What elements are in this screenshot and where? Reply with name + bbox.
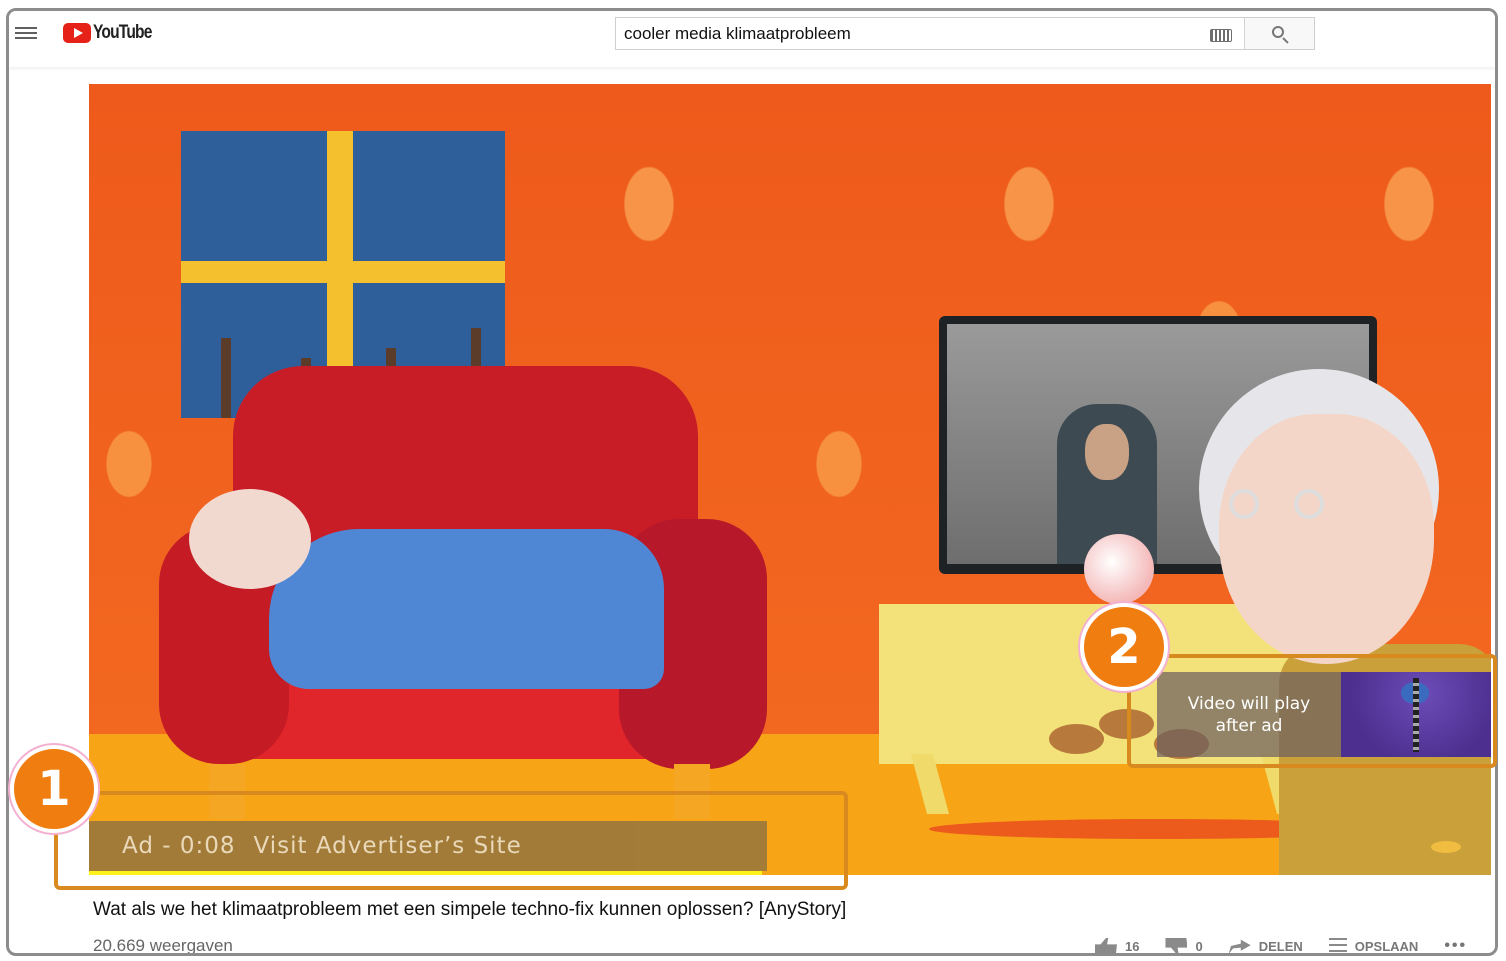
annotation-badge-2: 2: [1080, 603, 1168, 691]
video-player[interactable]: Ad - 0:08 Visit Advertiser’s Site Video …: [89, 84, 1491, 875]
save-button[interactable]: OPSLAAN: [1328, 938, 1418, 953]
keyboard-icon[interactable]: [1210, 29, 1232, 42]
visit-advertiser-link[interactable]: Visit Advertiser’s Site: [254, 833, 522, 859]
search-input[interactable]: [616, 18, 1210, 49]
top-bar: YouTube: [9, 11, 1495, 67]
more-actions-icon[interactable]: •••: [1444, 937, 1467, 953]
ad-countdown: Ad - 0:08: [122, 833, 236, 859]
next-video-preview[interactable]: Video will play after ad: [1157, 672, 1491, 757]
view-count: 20.669 weergaven: [93, 936, 233, 955]
video-frame-blanket: [269, 529, 664, 689]
menu-icon[interactable]: [15, 24, 37, 42]
search-button[interactable]: [1244, 18, 1314, 49]
play-logo-icon: [63, 23, 91, 43]
thumbs-up-icon: [1095, 938, 1117, 953]
preview-label: Video will play after ad: [1187, 693, 1311, 736]
channel-watermark-icon[interactable]: [1431, 841, 1461, 853]
video-actions: 16 0 DELEN OPSLAAN •••: [1095, 937, 1467, 953]
share-icon: [1228, 939, 1251, 953]
thumbs-down-icon: [1165, 938, 1188, 953]
ad-progress-bar: [89, 871, 762, 875]
browser-frame: YouTube cooler media klimaatprobleem Ad …: [6, 8, 1498, 956]
dislike-button[interactable]: 0: [1165, 938, 1203, 953]
video-title: Wat als we het klimaatprobleem met een s…: [93, 899, 847, 920]
playlist-add-icon: [1328, 938, 1347, 953]
share-button[interactable]: DELEN: [1228, 938, 1303, 953]
ad-info-bar: Ad - 0:08 Visit Advertiser’s Site: [89, 821, 767, 871]
annotation-badge-1: 1: [10, 745, 98, 833]
video-frame-person: [189, 489, 311, 589]
preview-thumbnail: [1341, 672, 1491, 757]
search-icon: [1272, 26, 1284, 38]
search-bar: [615, 17, 1315, 50]
youtube-logo[interactable]: YouTube: [63, 22, 164, 44]
like-button[interactable]: 16: [1095, 938, 1139, 953]
logo-text: YouTube: [93, 22, 152, 43]
